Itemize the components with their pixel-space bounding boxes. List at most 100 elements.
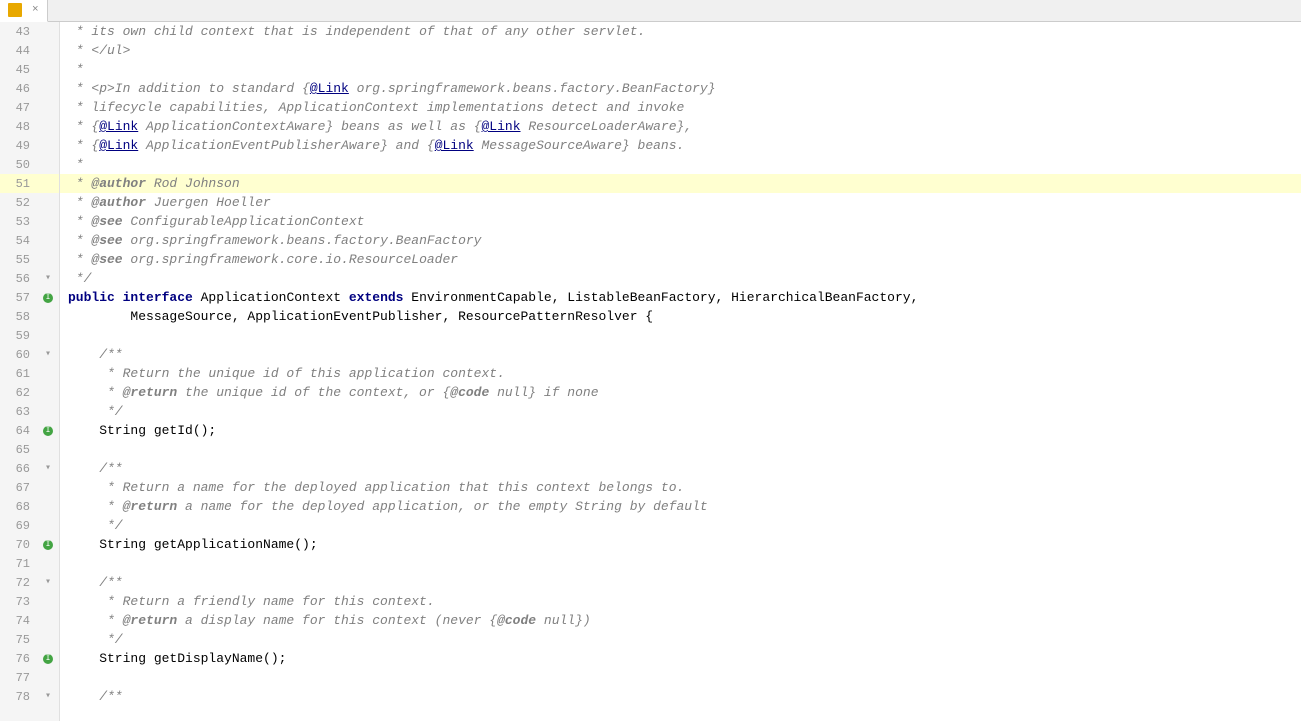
code-line: * @see org.springframework.beans.factory… <box>60 231 1301 250</box>
line-number: 71 <box>0 557 36 571</box>
gutter-row: 62 <box>0 383 59 402</box>
java-file-icon <box>8 3 22 17</box>
code-text: * {@Link ApplicationEventPublisherAware}… <box>60 136 684 155</box>
line-number: 69 <box>0 519 36 533</box>
line-number: 70 <box>0 538 36 552</box>
code-text: /** <box>60 345 123 364</box>
code-line: * Return a name for the deployed applica… <box>60 478 1301 497</box>
code-line: */ <box>60 269 1301 288</box>
code-text: * @see org.springframework.core.io.Resou… <box>60 250 458 269</box>
code-line: /** <box>60 573 1301 592</box>
code-text: */ <box>60 402 123 421</box>
gutter-row: 77 <box>0 668 59 687</box>
gutter-row: 60 ▾ <box>0 345 59 364</box>
code-text: */ <box>60 630 123 649</box>
gutter-row: 50 <box>0 155 59 174</box>
code-line: * @see ConfigurableApplicationContext <box>60 212 1301 231</box>
line-number: 72 <box>0 576 36 590</box>
code-text: * Return a friendly name for this contex… <box>60 592 435 611</box>
line-number: 78 <box>0 690 36 704</box>
gutter-row: 58 <box>0 307 59 326</box>
code-line: public interface ApplicationContext exte… <box>60 288 1301 307</box>
fold-icon[interactable]: ▾ <box>45 350 51 360</box>
code-line: * @return the unique id of the context, … <box>60 383 1301 402</box>
gutter-row: 68 <box>0 497 59 516</box>
line-number: 62 <box>0 386 36 400</box>
method-icon: I <box>43 540 53 550</box>
gutter-row: 47 <box>0 98 59 117</box>
gutter-row: 73 <box>0 592 59 611</box>
method-icon: I <box>43 426 53 436</box>
gutter-row: 46 <box>0 79 59 98</box>
line-number: 45 <box>0 63 36 77</box>
code-line: * {@Link ApplicationEventPublisherAware}… <box>60 136 1301 155</box>
gutter-row: 53 <box>0 212 59 231</box>
gutter-row: 49 <box>0 136 59 155</box>
code-text: */ <box>60 269 91 288</box>
code-line: String getDisplayName(); <box>60 649 1301 668</box>
gutter-row: 44 <box>0 41 59 60</box>
gutter-row: 66 ▾ <box>0 459 59 478</box>
gutter-row: 74 <box>0 611 59 630</box>
code-content[interactable]: * its own child context that is independ… <box>60 22 1301 721</box>
gutter-row: 54 <box>0 231 59 250</box>
code-line: * @author Juergen Hoeller <box>60 193 1301 212</box>
code-line: /** <box>60 459 1301 478</box>
line-number: 77 <box>0 671 36 685</box>
line-number: 65 <box>0 443 36 457</box>
gutter: 4344454647484950515253545556▾57I585960▾6… <box>0 22 60 721</box>
gutter-row: 64 I <box>0 421 59 440</box>
line-number: 56 <box>0 272 36 286</box>
code-line: */ <box>60 402 1301 421</box>
code-line: * Return a friendly name for this contex… <box>60 592 1301 611</box>
fold-icon[interactable]: ▾ <box>45 692 51 702</box>
code-text: * @return a name for the deployed applic… <box>60 497 708 516</box>
line-number: 49 <box>0 139 36 153</box>
tab-close-icon[interactable]: × <box>32 4 39 16</box>
code-text: * Return the unique id of this applicati… <box>60 364 505 383</box>
fold-icon[interactable]: ▾ <box>45 464 51 474</box>
gutter-row: 51 <box>0 174 59 193</box>
code-line <box>60 440 1301 459</box>
code-line: * @author Rod Johnson <box>60 174 1301 193</box>
code-text: String getApplicationName(); <box>60 535 318 554</box>
gutter-row: 52 <box>0 193 59 212</box>
line-number: 48 <box>0 120 36 134</box>
gutter-row: 56 ▾ <box>0 269 59 288</box>
code-line: * Return the unique id of this applicati… <box>60 364 1301 383</box>
line-number: 61 <box>0 367 36 381</box>
code-text: public interface ApplicationContext exte… <box>60 288 918 307</box>
gutter-row: 63 <box>0 402 59 421</box>
gutter-row: 55 <box>0 250 59 269</box>
fold-icon[interactable]: ▾ <box>45 578 51 588</box>
gutter-row: 70 I <box>0 535 59 554</box>
line-number: 47 <box>0 101 36 115</box>
line-number: 60 <box>0 348 36 362</box>
code-text: String getDisplayName(); <box>60 649 286 668</box>
gutter-row: 75 <box>0 630 59 649</box>
code-text: * <p>In addition to standard {@Link org.… <box>60 79 716 98</box>
code-text: * {@Link ApplicationContextAware} beans … <box>60 117 692 136</box>
line-number: 64 <box>0 424 36 438</box>
line-number: 50 <box>0 158 36 172</box>
line-number: 66 <box>0 462 36 476</box>
file-tab[interactable]: × <box>0 0 48 22</box>
line-number: 51 <box>0 177 36 191</box>
line-number: 53 <box>0 215 36 229</box>
line-number: 59 <box>0 329 36 343</box>
fold-icon[interactable]: ▾ <box>45 274 51 284</box>
gutter-row: 67 <box>0 478 59 497</box>
gutter-row: 76I <box>0 649 59 668</box>
code-line: * {@Link ApplicationContextAware} beans … <box>60 117 1301 136</box>
line-number: 44 <box>0 44 36 58</box>
line-number: 74 <box>0 614 36 628</box>
code-text: * lifecycle capabilities, ApplicationCon… <box>60 98 684 117</box>
code-line: * @see org.springframework.core.io.Resou… <box>60 250 1301 269</box>
code-text: * @author Juergen Hoeller <box>60 193 271 212</box>
code-line: */ <box>60 516 1301 535</box>
line-number: 57 <box>0 291 36 305</box>
code-text: String getId(); <box>60 421 216 440</box>
gutter-row: 71 <box>0 554 59 573</box>
gutter-row: 57I <box>0 288 59 307</box>
code-line: * lifecycle capabilities, ApplicationCon… <box>60 98 1301 117</box>
